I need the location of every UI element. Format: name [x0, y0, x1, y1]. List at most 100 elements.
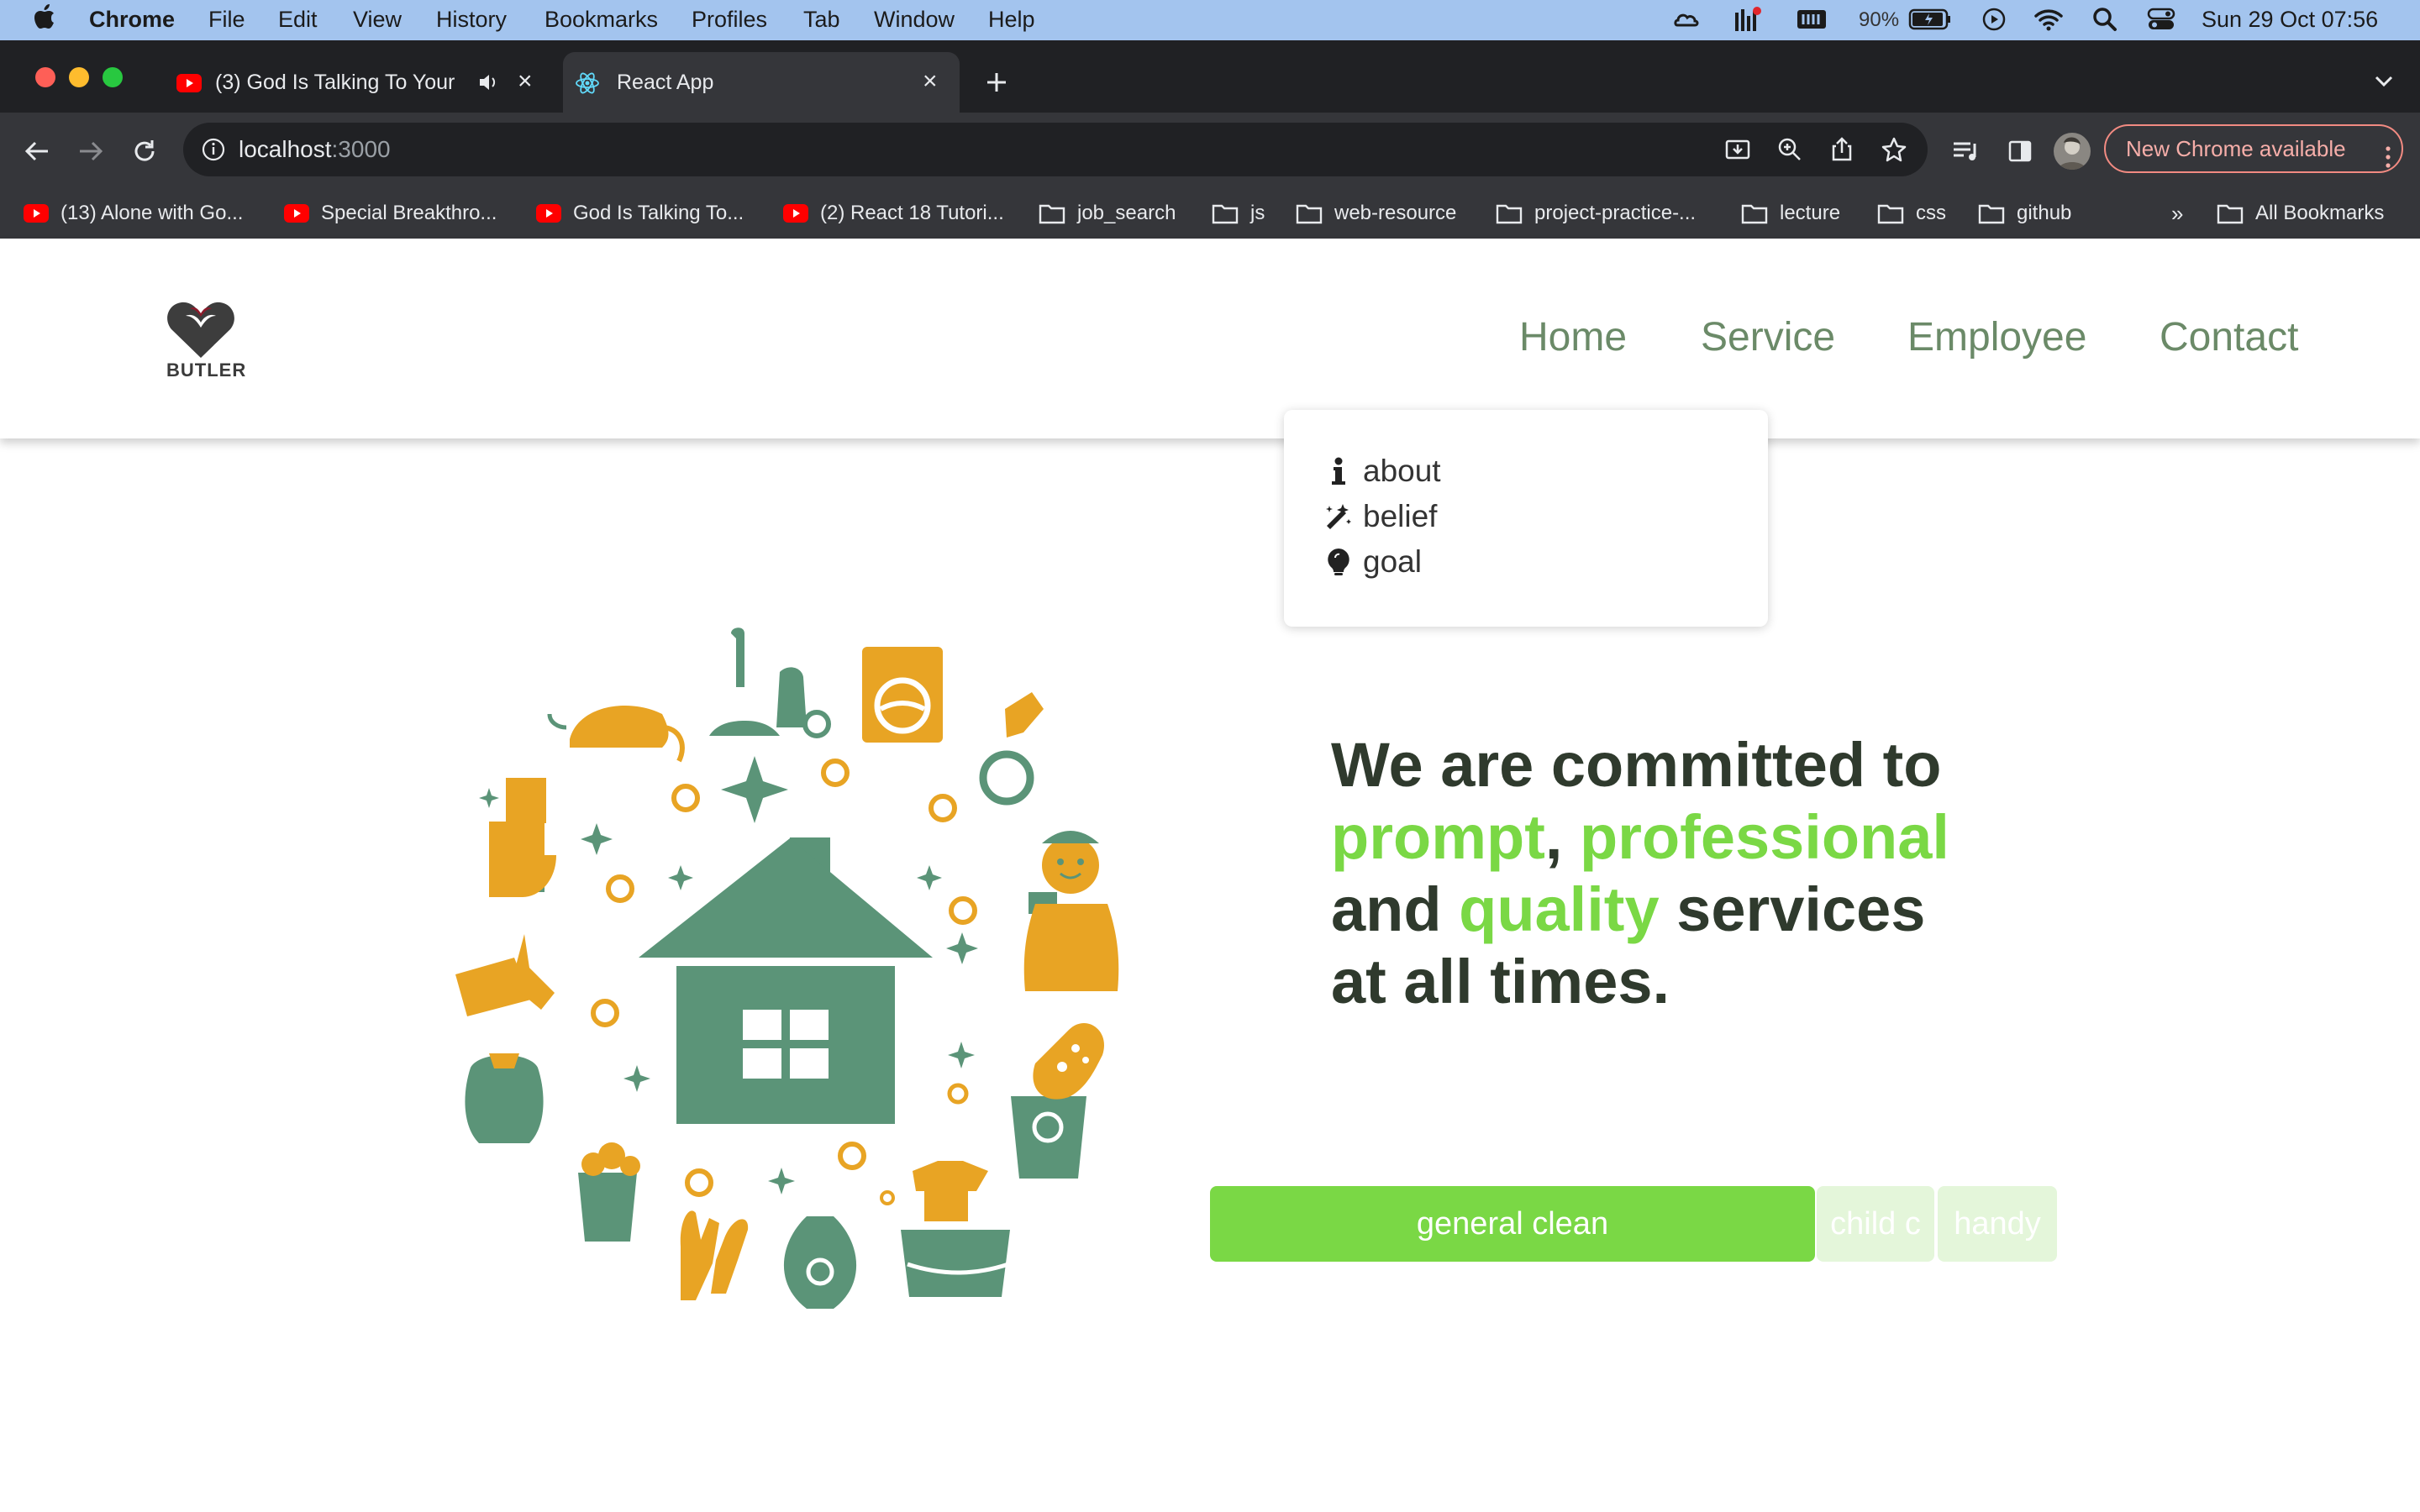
headline-line: prompt, professional [1331, 802, 1949, 872]
info-icon [1324, 457, 1353, 486]
bookmark-star-icon[interactable] [1881, 136, 1907, 167]
all-bookmarks-folder[interactable]: All Bookmarks [2217, 200, 2384, 227]
play-circle-icon[interactable] [1980, 5, 2008, 34]
menu-profiles[interactable]: Profiles [692, 7, 767, 33]
bookmark-folder[interactable]: css [1877, 200, 1946, 227]
service-tab-general-clean[interactable]: general clean [1210, 1186, 1815, 1262]
bookmarks-bar: (13) Alone with Go... Special Breakthro.… [0, 188, 2420, 239]
bookmark-item[interactable]: (2) React 18 Tutori... [783, 200, 1004, 227]
dropdown-item-goal[interactable]: goal [1324, 544, 1422, 580]
close-tab-icon[interactable]: × [923, 67, 938, 96]
youtube-icon [536, 204, 561, 223]
menu-bookmarks[interactable]: Bookmarks [544, 7, 658, 33]
bookmark-folder[interactable]: web-resource [1296, 200, 1456, 227]
folder-icon [2217, 202, 2244, 224]
highlight-word: professional [1579, 802, 1949, 872]
nav-employee[interactable]: Employee [1907, 314, 2086, 360]
url-text[interactable]: localhost:3000 [239, 136, 391, 163]
bookmark-folder[interactable]: js [1212, 200, 1265, 227]
address-bar[interactable]: localhost:3000 [183, 123, 1928, 176]
side-panel-icon[interactable] [2003, 134, 2037, 168]
zoom-icon[interactable] [1776, 136, 1803, 167]
menu-tab[interactable]: Tab [803, 7, 840, 33]
tab-title: React App [617, 71, 714, 94]
bookmark-folder[interactable]: lecture [1741, 200, 1840, 227]
dropdown-label: belief [1363, 499, 1438, 533]
menu-file[interactable]: File [208, 7, 245, 33]
menu-window[interactable]: Window [874, 7, 955, 33]
folder-icon [1296, 202, 1323, 224]
folder-icon [1039, 202, 1065, 224]
bookmark-item[interactable]: Special Breakthro... [284, 200, 497, 227]
nav-service[interactable]: Service [1701, 314, 1835, 360]
folder-icon [1212, 202, 1239, 224]
tab-youtube[interactable]: (3) God Is Talking To Your × [165, 52, 553, 113]
butler-logo-icon[interactable] [165, 297, 237, 364]
highlight-word: quality [1459, 874, 1660, 944]
share-icon[interactable] [1828, 136, 1855, 167]
react-icon [575, 71, 600, 102]
lightbulb-icon [1324, 548, 1353, 576]
bookmark-item[interactable]: God Is Talking To... [536, 200, 744, 227]
browser-toolbar: localhost:3000 New Chrome available [0, 113, 2420, 188]
memory-icon[interactable] [1795, 5, 1828, 34]
youtube-icon [284, 204, 309, 223]
media-controls-icon[interactable] [1949, 134, 1983, 168]
highlight-word: prompt [1331, 802, 1545, 872]
wifi-icon[interactable] [2033, 5, 2064, 34]
dropdown-item-belief[interactable]: belief [1324, 499, 1437, 534]
menu-help[interactable]: Help [988, 7, 1035, 33]
spotlight-search-icon[interactable] [2091, 5, 2119, 34]
headline-line: at all times. [1331, 947, 1670, 1016]
folder-icon [1978, 202, 2005, 224]
tab-strip: (3) God Is Talking To Your × React App × [0, 40, 2420, 113]
battery-icon[interactable] [1907, 5, 1953, 34]
control-center-icon[interactable] [2146, 5, 2176, 34]
headline-line: We are committed to [1331, 730, 1942, 800]
hero-headline: We are committed to prompt, professional… [1331, 729, 2087, 1018]
apple-menu-icon[interactable] [34, 3, 55, 36]
bookmarks-overflow-chevron-icon[interactable]: » [2171, 200, 2183, 227]
new-chrome-available-button[interactable]: New Chrome available [2104, 124, 2403, 173]
youtube-icon [176, 74, 202, 98]
menu-edit[interactable]: Edit [278, 7, 318, 33]
new-tab-button[interactable] [980, 66, 1013, 99]
folder-icon [1496, 202, 1523, 224]
logo-text[interactable]: BUTLER [166, 360, 246, 381]
back-icon[interactable] [20, 134, 54, 168]
reload-icon[interactable] [128, 134, 161, 168]
stats-icon[interactable] [1733, 5, 1763, 34]
folder-icon [1741, 202, 1768, 224]
tab-react-app[interactable]: React App × [563, 52, 960, 113]
tab-search-chevron-icon[interactable] [2371, 69, 2396, 94]
speaker-icon[interactable] [477, 72, 499, 98]
forward-icon[interactable] [74, 134, 108, 168]
creative-cloud-icon[interactable] [1672, 5, 1702, 34]
bookmark-item[interactable]: (13) Alone with Go... [24, 200, 243, 227]
bookmark-folder[interactable]: job_search [1039, 200, 1176, 227]
menu-view[interactable]: View [353, 7, 402, 33]
bookmark-folder[interactable]: project-practice-... [1496, 200, 1696, 227]
nav-home[interactable]: Home [1519, 314, 1627, 360]
dropdown-item-about[interactable]: about [1324, 454, 1441, 489]
menu-history[interactable]: History [436, 7, 507, 33]
kebab-menu-icon[interactable] [2385, 138, 2391, 183]
browser-chrome: (3) God Is Talking To Your × React App × [0, 40, 2420, 239]
service-tab-handy[interactable]: handy [1938, 1186, 2057, 1262]
close-window-button[interactable] [35, 67, 55, 87]
nav-contact[interactable]: Contact [2160, 314, 2298, 360]
youtube-icon [783, 204, 808, 223]
service-tab-child-care[interactable]: child c [1817, 1186, 1934, 1262]
profile-avatar[interactable] [2054, 133, 2091, 170]
battery-percent: 90% [1859, 8, 1900, 31]
close-tab-icon[interactable]: × [518, 67, 533, 96]
menu-app-name[interactable]: Chrome [89, 7, 175, 33]
site-info-icon[interactable] [202, 138, 225, 165]
install-app-icon[interactable] [1724, 136, 1751, 167]
folder-icon [1877, 202, 1904, 224]
minimize-window-button[interactable] [69, 67, 89, 87]
dropdown-label: goal [1363, 544, 1422, 579]
bookmark-folder[interactable]: github [1978, 200, 2071, 227]
clock[interactable]: Sun 29 Oct 07:56 [2202, 7, 2378, 33]
maximize-window-button[interactable] [103, 67, 123, 87]
